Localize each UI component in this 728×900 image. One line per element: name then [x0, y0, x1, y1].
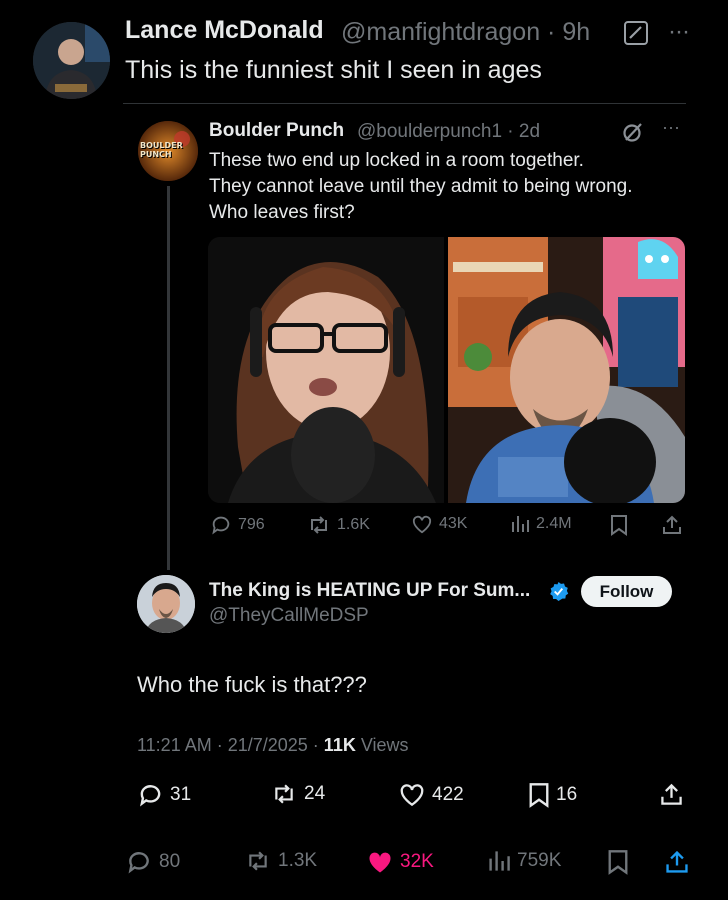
reply-count: 31 [170, 784, 192, 805]
verified-badge-icon [548, 581, 569, 602]
repost-icon [307, 514, 331, 536]
repost-action[interactable]: 24 [270, 782, 325, 806]
quoted-author-handle-time[interactable]: @boulderpunch1 · 2d [357, 121, 540, 143]
bookmark-icon [528, 782, 550, 808]
bookmark-action[interactable]: 16 [528, 782, 577, 808]
share-button[interactable] [659, 782, 684, 807]
views-count: 2.4M [536, 515, 572, 532]
repost-count: 1.3K [278, 850, 318, 871]
reply-count: 80 [159, 851, 181, 872]
quoted-tweet-line: Who leaves first? [209, 202, 355, 223]
reply-author-handle[interactable]: @TheyCallMeDSP [209, 605, 369, 627]
like-count: 422 [432, 783, 464, 805]
reply-icon [125, 849, 153, 875]
views-action[interactable]: 2.4M [510, 514, 572, 534]
views-count-bold: 11K [323, 735, 356, 755]
grok-icon[interactable] [622, 121, 644, 143]
heart-icon [411, 514, 433, 534]
boulder-punch-logo-text: BOULDER PUNCH [140, 141, 183, 159]
more-options-icon[interactable]: ··· [662, 117, 680, 138]
like-action[interactable]: 43K [411, 514, 467, 534]
reply-count: 796 [238, 516, 265, 533]
repost-count: 1.6K [337, 516, 370, 533]
views-count: 759K [517, 850, 562, 871]
follow-button[interactable]: Follow [581, 576, 672, 607]
like-count: 43K [439, 515, 468, 532]
repost-action[interactable]: 1.3K [244, 849, 317, 873]
reply-action[interactable]: 796 [210, 514, 265, 536]
tweet-text: This is the funniest shit I seen in ages [125, 56, 542, 84]
quoted-tweet-line: They cannot leave until they admit to be… [209, 176, 633, 197]
share-icon [659, 782, 684, 807]
reply-author-avatar[interactable] [137, 575, 195, 633]
reply-icon [210, 514, 232, 536]
repost-icon [270, 782, 298, 806]
bookmark-icon [610, 514, 628, 536]
repost-action[interactable]: 1.6K [307, 514, 370, 536]
tweet-media[interactable] [208, 237, 685, 503]
reply-author-name[interactable]: The King is HEATING UP For Sum... [209, 580, 530, 602]
author-name[interactable]: Lance McDonald [125, 16, 324, 45]
like-count: 32K [400, 851, 434, 872]
more-options-icon[interactable]: ··· [668, 18, 690, 46]
repost-icon [244, 849, 272, 873]
views-label: Views [355, 735, 409, 755]
views-icon [510, 514, 530, 534]
quoted-author-name[interactable]: Boulder Punch [209, 120, 344, 142]
reply-text: Who the fuck is that??? [137, 672, 367, 697]
share-icon [664, 849, 690, 875]
thread-line [167, 186, 170, 570]
share-button[interactable] [661, 514, 683, 536]
reply-action[interactable]: 80 [125, 849, 180, 875]
boulder-punch-avatar[interactable]: BOULDER PUNCH [138, 121, 198, 181]
share-icon [661, 514, 683, 536]
bookmark-icon [607, 849, 629, 875]
like-action[interactable]: 422 [398, 782, 464, 807]
views-icon [487, 849, 511, 873]
share-button[interactable] [664, 849, 690, 875]
edit-icon[interactable] [624, 21, 648, 45]
divider [123, 103, 686, 104]
reply-timestamp[interactable]: 11:21 AM · 21/7/2025 · 11K Views [137, 735, 409, 756]
heart-filled-icon [366, 849, 394, 875]
quoted-tweet-text: These two end up locked in a room togeth… [209, 148, 689, 226]
timestamp-text: 11:21 AM · 21/7/2025 · [137, 735, 324, 755]
bookmark-button[interactable] [607, 849, 629, 875]
reply-icon [137, 782, 164, 808]
bookmark-button[interactable] [610, 514, 628, 536]
views-action[interactable]: 759K [487, 849, 561, 873]
author-avatar[interactable] [33, 22, 110, 99]
like-action-active[interactable]: 32K [366, 849, 434, 875]
quoted-tweet-line: These two end up locked in a room togeth… [209, 150, 584, 171]
heart-icon [398, 782, 426, 807]
reply-action[interactable]: 31 [137, 782, 191, 808]
author-handle-time[interactable]: @manfightdragon · 9h [341, 18, 590, 47]
bookmark-count: 16 [556, 784, 578, 805]
repost-count: 24 [304, 783, 326, 804]
